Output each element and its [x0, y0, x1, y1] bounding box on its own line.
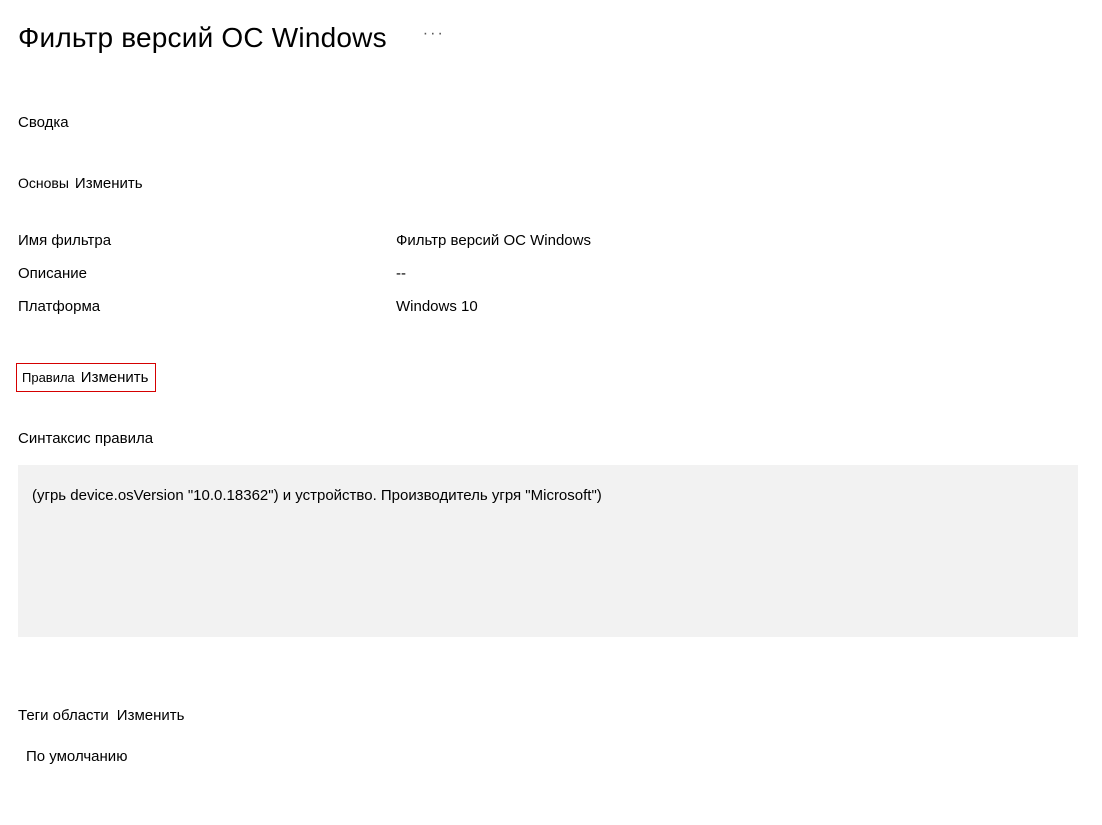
filter-name-label: Имя фильтра	[18, 232, 396, 249]
rule-syntax-text: (угрь device.osVersion "10.0.18362") и у…	[32, 487, 602, 504]
scope-tags-header: Теги области Изменить	[18, 707, 184, 724]
filter-name-row: Имя фильтра Фильтр версий ОС Windows	[18, 232, 1084, 249]
more-button[interactable]: ···	[423, 26, 445, 50]
description-value: --	[396, 265, 1084, 282]
platform-label: Платформа	[18, 298, 396, 315]
description-row: Описание --	[18, 265, 1084, 282]
rule-syntax-box: (угрь device.osVersion "10.0.18362") и у…	[18, 465, 1078, 637]
rule-syntax-label: Синтаксис правила	[18, 430, 1084, 447]
scope-tags-edit-link[interactable]: Изменить	[117, 707, 185, 724]
basics-section-name: Основы	[18, 175, 69, 191]
rules-section-name: Правила	[22, 370, 75, 385]
summary-label: Сводка	[18, 114, 1084, 131]
basics-edit-link[interactable]: Изменить	[75, 175, 143, 192]
platform-value: Windows 10	[396, 298, 1084, 315]
basics-fields: Имя фильтра Фильтр версий ОС Windows Опи…	[18, 232, 1084, 315]
page-title: Фильтр версий ОС Windows	[18, 22, 387, 54]
description-label: Описание	[18, 265, 396, 282]
title-row: Фильтр версий ОС Windows ···	[18, 22, 1084, 54]
platform-row: Платформа Windows 10	[18, 298, 1084, 315]
scope-tags-value: По умолчанию	[26, 748, 1084, 765]
rules-section-header: Правила Изменить	[16, 363, 156, 392]
basics-section-header: Основы Изменить	[18, 175, 143, 192]
filter-name-value: Фильтр версий ОС Windows	[396, 232, 1084, 249]
rules-edit-link[interactable]: Изменить	[81, 369, 149, 386]
scope-tags-label: Теги области	[18, 707, 109, 724]
